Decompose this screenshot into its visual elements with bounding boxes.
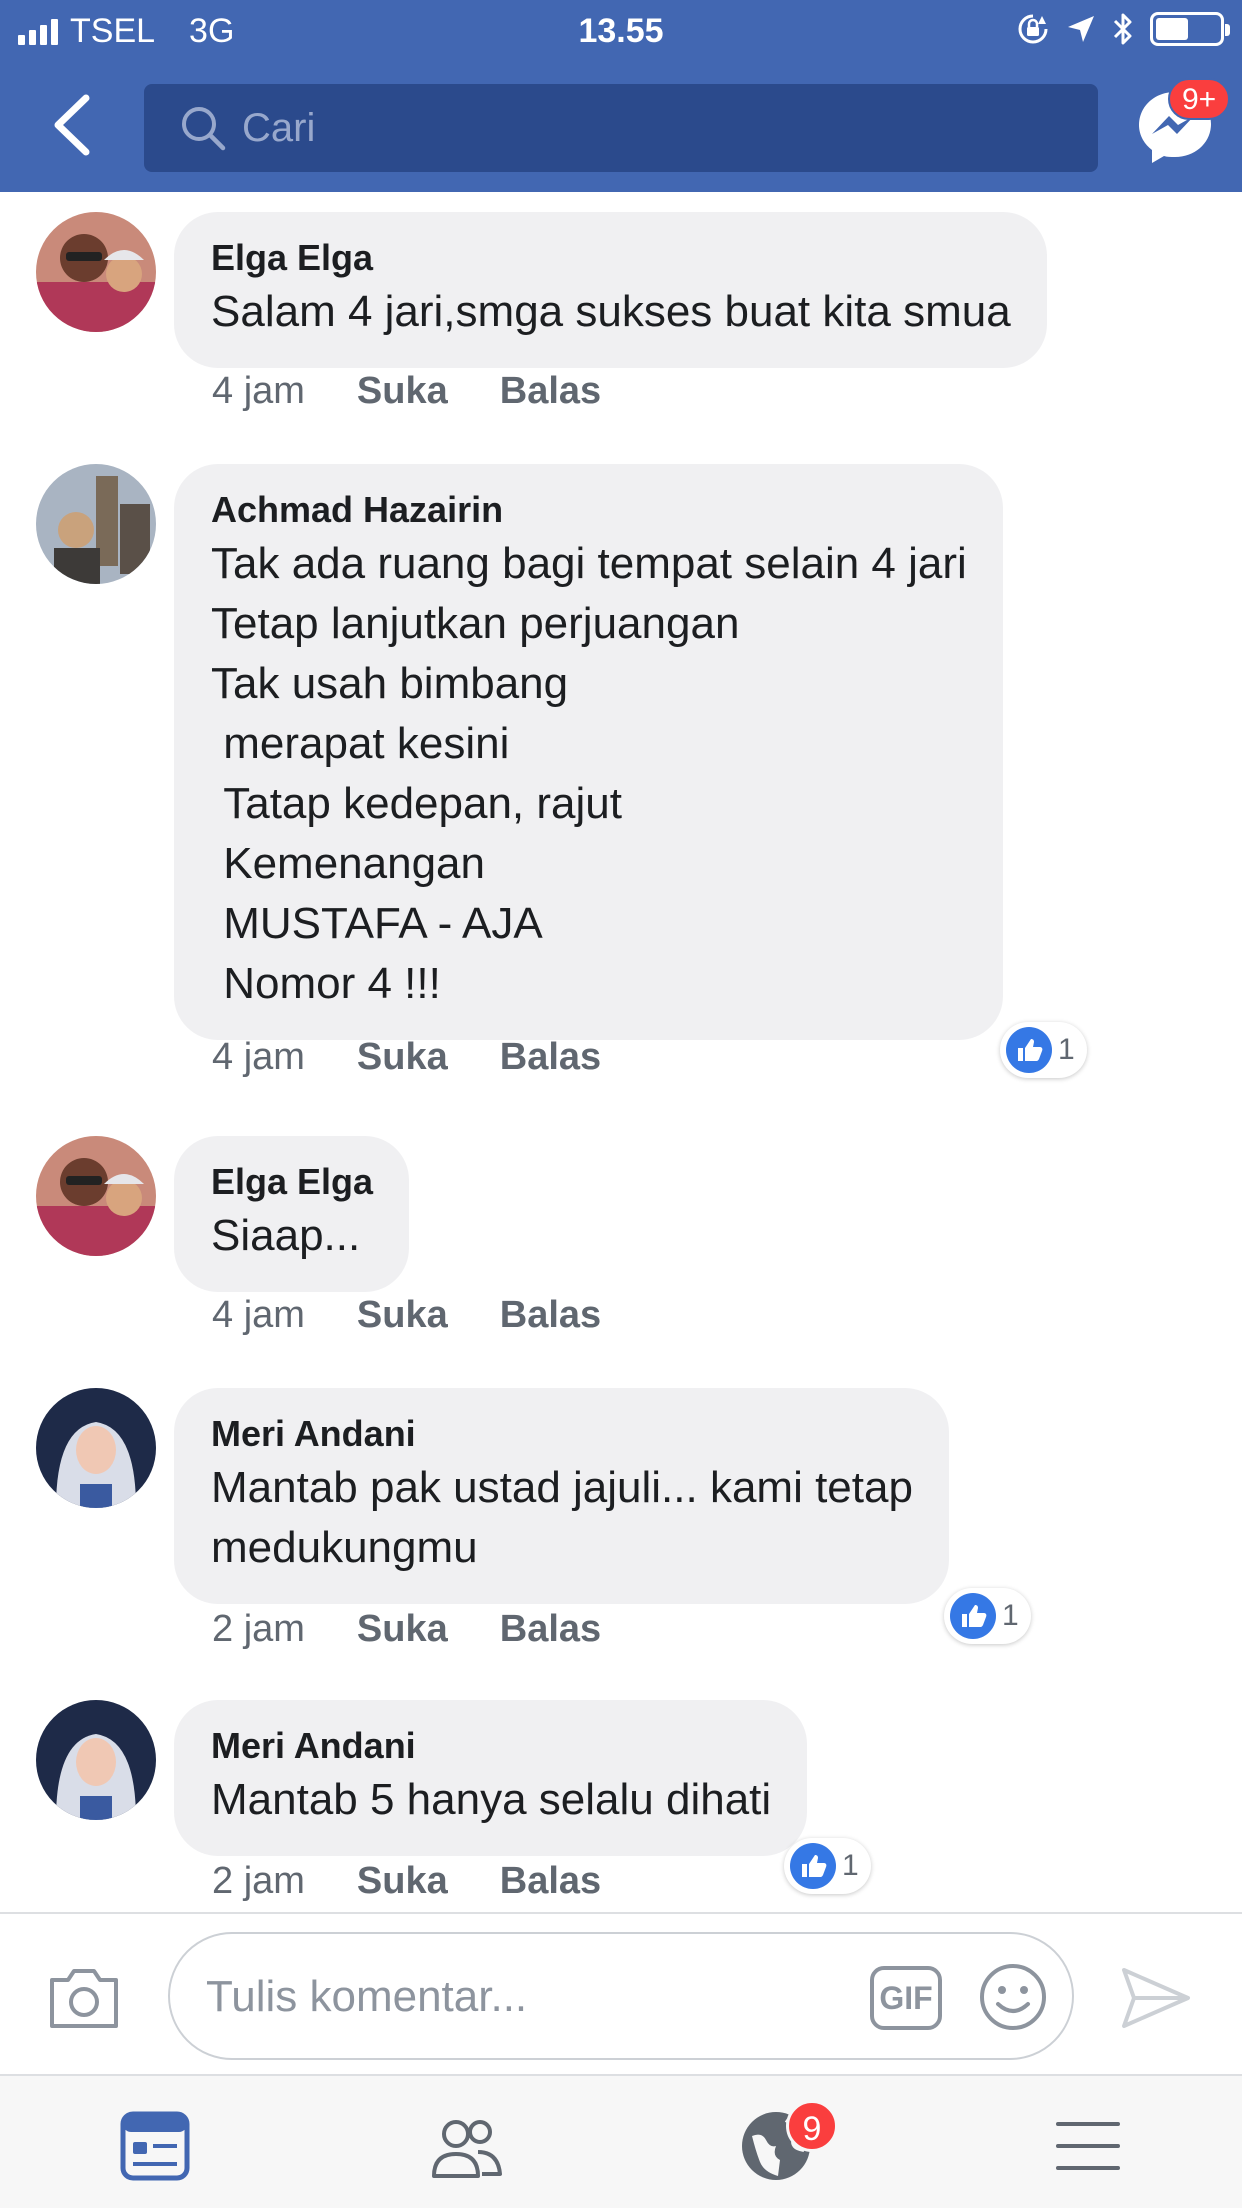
comment-text: Siaap... bbox=[211, 1211, 361, 1260]
friends-tab-icon[interactable] bbox=[426, 2106, 506, 2186]
comment-author[interactable]: Meri Andani bbox=[211, 1726, 771, 1766]
comment-bubble[interactable]: Meri Andani Mantab 5 hanya selalu dihati bbox=[174, 1700, 808, 1856]
reply-link[interactable]: Balas bbox=[500, 370, 601, 413]
avatar[interactable] bbox=[36, 1136, 156, 1256]
like-icon bbox=[790, 1843, 836, 1889]
avatar[interactable] bbox=[36, 464, 156, 584]
comment-author[interactable]: Achmad Hazairin bbox=[211, 490, 967, 530]
search-icon bbox=[182, 107, 226, 151]
menu-tab-icon[interactable] bbox=[1048, 2106, 1128, 2186]
send-icon[interactable] bbox=[1120, 1964, 1192, 2032]
notifications-badge: 9 bbox=[786, 2100, 838, 2152]
emoji-icon[interactable] bbox=[978, 1962, 1048, 2032]
comment-bubble[interactable]: Meri Andani Mantab pak ustad jajuli... k… bbox=[174, 1388, 949, 1604]
search-placeholder: Cari bbox=[242, 105, 316, 150]
top-bar: TSEL 3G 13.55 Cari 9+ bbox=[0, 0, 1242, 192]
like-link[interactable]: Suka bbox=[357, 1860, 448, 1903]
gif-button[interactable]: GIF bbox=[870, 1966, 942, 2030]
comment-placeholder: Tulis komentar... bbox=[206, 1972, 528, 2021]
comment-time: 4 jam bbox=[212, 1036, 305, 1078]
avatar[interactable] bbox=[36, 1388, 156, 1508]
like-icon bbox=[1006, 1027, 1052, 1073]
camera-icon[interactable] bbox=[46, 1964, 122, 2032]
like-link[interactable]: Suka bbox=[357, 1608, 448, 1651]
comment-author[interactable]: Elga Elga bbox=[211, 1162, 373, 1202]
comment-text: Salam 4 jari,smga sukses buat kita smua bbox=[211, 287, 1011, 336]
like-link[interactable]: Suka bbox=[357, 1294, 448, 1337]
avatar[interactable] bbox=[36, 1700, 156, 1820]
location-icon bbox=[1068, 16, 1094, 42]
reaction-count[interactable]: 1 bbox=[944, 1588, 1031, 1644]
reaction-count[interactable]: 1 bbox=[1000, 1022, 1087, 1078]
comment-meta: 4 jam Suka Balas bbox=[212, 370, 601, 413]
news-feed-tab-icon[interactable] bbox=[115, 2106, 195, 2186]
reply-link[interactable]: Balas bbox=[500, 1860, 601, 1903]
comment-text: Mantab 5 hanya selalu dihati bbox=[211, 1775, 772, 1824]
comment-author[interactable]: Elga Elga bbox=[211, 238, 1011, 278]
search-bar[interactable]: Cari bbox=[144, 84, 1098, 172]
avatar[interactable] bbox=[36, 212, 156, 332]
like-icon bbox=[950, 1593, 996, 1639]
comment-meta: 4 jam Suka Balas bbox=[212, 1036, 601, 1079]
comment-time: 4 jam bbox=[212, 1294, 305, 1336]
comment-input[interactable]: Tulis komentar... GIF bbox=[168, 1932, 1074, 2060]
comment-time: 2 jam bbox=[212, 1860, 305, 1902]
comment-author[interactable]: Meri Andani bbox=[211, 1414, 913, 1454]
bottom-tab-bar: 9 bbox=[0, 2074, 1242, 2208]
comment-composer: Tulis komentar... GIF bbox=[0, 1912, 1242, 2074]
messenger-badge: 9+ bbox=[1168, 78, 1231, 120]
reply-link[interactable]: Balas bbox=[500, 1036, 601, 1079]
comment-time: 4 jam bbox=[212, 370, 305, 412]
comment-time: 2 jam bbox=[212, 1608, 305, 1650]
comment-meta: 4 jam Suka Balas bbox=[212, 1294, 601, 1337]
comment-bubble[interactable]: Achmad Hazairin Tak ada ruang bagi tempa… bbox=[174, 464, 1003, 1040]
reaction-number: 1 bbox=[842, 1849, 859, 1882]
rotation-lock-icon bbox=[1018, 14, 1048, 44]
reply-link[interactable]: Balas bbox=[500, 1608, 601, 1651]
like-link[interactable]: Suka bbox=[357, 370, 448, 413]
comment-bubble[interactable]: Elga Elga Salam 4 jari,smga sukses buat … bbox=[174, 212, 1047, 368]
battery-icon bbox=[1150, 12, 1230, 46]
navigation-row: Cari 9+ bbox=[0, 62, 1242, 192]
comment-text: Tak ada ruang bagi tempat selain 4 jari … bbox=[211, 539, 967, 1008]
comment-bubble[interactable]: Elga Elga Siaap... bbox=[174, 1136, 410, 1292]
comment-meta: 2 jam Suka Balas bbox=[212, 1860, 601, 1903]
back-arrow-icon[interactable] bbox=[40, 90, 110, 160]
reaction-count[interactable]: 1 bbox=[784, 1838, 871, 1894]
comment-text: Mantab pak ustad jajuli... kami tetap me… bbox=[211, 1463, 913, 1572]
status-bar: TSEL 3G 13.55 bbox=[0, 0, 1242, 62]
bluetooth-icon bbox=[1113, 13, 1132, 45]
comment-meta: 2 jam Suka Balas bbox=[212, 1608, 601, 1651]
reply-link[interactable]: Balas bbox=[500, 1294, 601, 1337]
reaction-number: 1 bbox=[1002, 1599, 1019, 1632]
like-link[interactable]: Suka bbox=[357, 1036, 448, 1079]
reaction-number: 1 bbox=[1058, 1033, 1075, 1066]
